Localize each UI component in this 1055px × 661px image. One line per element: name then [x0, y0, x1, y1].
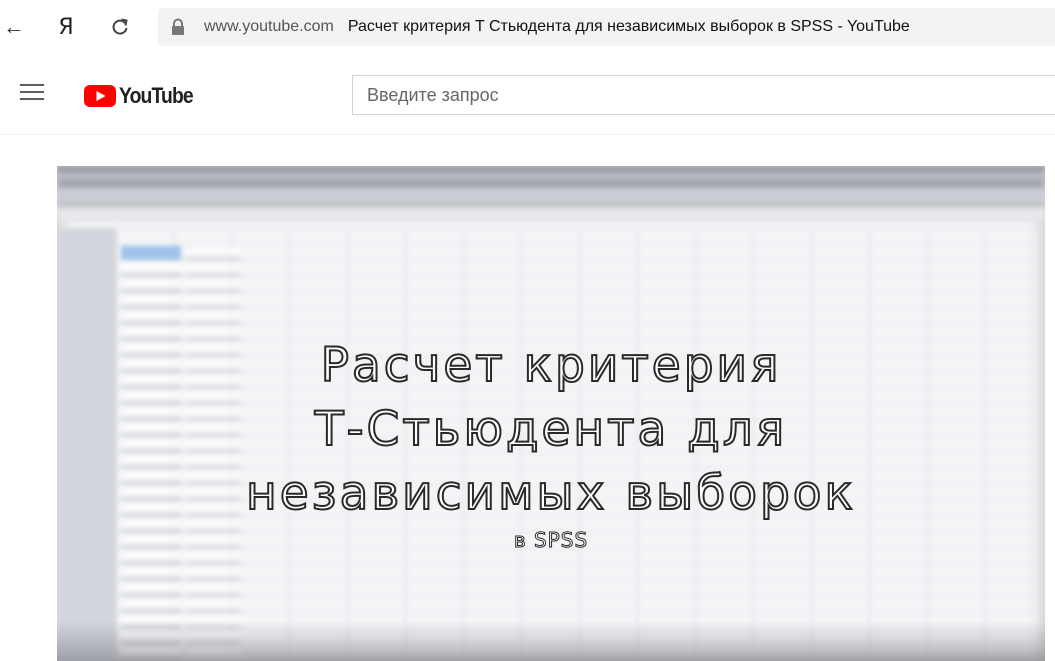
- youtube-logo[interactable]: YouTube: [84, 83, 203, 109]
- address-bar[interactable]: www.youtube.com Расчет критерия T Стьюде…: [158, 8, 1055, 46]
- video-title-overlay: Расчет критерия Т-Стьюдента для независи…: [57, 334, 1045, 554]
- video-title-line-2: Т-Стьюдента для: [314, 401, 788, 458]
- browser-toolbar: ← Я www.youtube.com Расчет критерия T Ст…: [0, 0, 1055, 55]
- search-input[interactable]: [367, 84, 1055, 106]
- video-subtitle: в SPSS: [513, 528, 589, 553]
- video-player[interactable]: Расчет критерия Т-Стьюдента для независи…: [57, 166, 1045, 661]
- video-title-line-3: независимых выборок: [245, 465, 856, 522]
- youtube-logo-text: YouTube: [119, 83, 194, 108]
- back-arrow-icon[interactable]: ←: [0, 12, 28, 42]
- lock-icon: [172, 18, 184, 35]
- search-box[interactable]: [352, 75, 1055, 115]
- hamburger-menu-icon[interactable]: [20, 84, 44, 102]
- youtube-header: YouTube: [0, 55, 1055, 135]
- reload-icon[interactable]: [106, 12, 134, 42]
- url-domain: www.youtube.com: [204, 18, 334, 35]
- youtube-play-icon: [84, 85, 116, 107]
- yandex-logo-icon[interactable]: Я: [52, 12, 80, 42]
- video-title-line-1: Расчет критерия: [320, 337, 782, 394]
- page-title: Расчет критерия T Стьюдента для независи…: [347, 18, 910, 35]
